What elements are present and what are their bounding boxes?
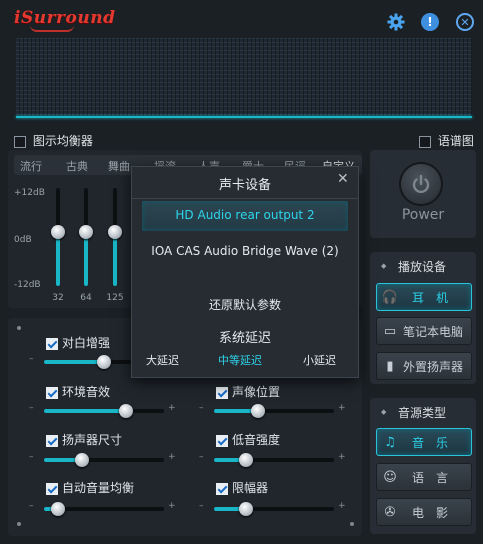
eq-band-freq-label: 125 [106, 293, 124, 303]
device-option[interactable]: HD Audio rear output 2 [132, 208, 358, 222]
increase-icon[interactable]: + [168, 501, 176, 511]
increase-icon[interactable]: + [168, 452, 176, 462]
reset-defaults-button[interactable]: 还原默认参数 [132, 296, 358, 313]
info-icon[interactable]: ! [421, 13, 439, 31]
effect-checkbox[interactable]: 自动音量均衡 [46, 479, 134, 496]
effect-label: 自动音量均衡 [62, 481, 135, 495]
corner-dot-icon [17, 522, 21, 526]
effect-checkbox[interactable]: 低音强度 [216, 431, 280, 448]
checkbox-box[interactable] [46, 434, 58, 447]
speech-icon: ☺ [383, 469, 397, 485]
soundcard-dialog: 声卡设备 ✕ HD Audio rear output 2 IOA CAS Au… [131, 166, 359, 378]
spectrum-display [16, 38, 472, 118]
gear-icon[interactable] [387, 13, 405, 31]
eq-band-knob[interactable] [108, 225, 122, 240]
playback-title: 播放设备 [398, 260, 447, 274]
power-label: Power [401, 207, 445, 223]
checkbox-box[interactable] [216, 434, 228, 447]
decrease-icon[interactable]: – [199, 403, 204, 413]
checkbox-box[interactable] [419, 135, 431, 148]
increase-icon[interactable]: + [338, 452, 346, 462]
checkbox-box[interactable] [46, 337, 58, 350]
effect-slider-knob[interactable] [118, 404, 133, 418]
panel-dot-icon: ◆ [381, 262, 387, 270]
show-eq-label: 图示均衡器 [32, 134, 93, 148]
latency-option-large[interactable]: 大延迟 [146, 352, 179, 368]
effect-checkbox[interactable]: 扬声器尺寸 [46, 431, 122, 448]
laptop-icon: ▭ [383, 323, 397, 339]
source-title: 音源类型 [398, 406, 447, 420]
checkbox-box[interactable] [216, 386, 228, 399]
effect-label: 声像位置 [232, 385, 281, 399]
eq-band-freq-label: 64 [80, 293, 92, 303]
checkbox-box[interactable] [216, 482, 228, 495]
effect-checkbox[interactable]: 声像位置 [216, 383, 280, 400]
latency-option-small[interactable]: 小延迟 [303, 352, 336, 368]
playback-speaker-button[interactable]: ▮ 外置扬声器 [376, 352, 472, 380]
effect-checkbox[interactable]: 限幅器 [216, 479, 268, 496]
preset-tab[interactable]: 古典 [66, 158, 88, 174]
latency-option-medium[interactable]: 中等延迟 [218, 352, 262, 368]
playback-headphones-button[interactable]: 🎧 耳 机 [376, 283, 472, 311]
dialog-title: 声卡设备 [218, 178, 271, 193]
db-label: -12dB [14, 280, 41, 290]
decrease-icon[interactable]: – [199, 501, 204, 511]
power-icon [412, 174, 430, 194]
eq-band-freq-label: 32 [52, 293, 64, 303]
increase-icon[interactable]: + [168, 403, 176, 413]
preset-tab[interactable]: 舞曲 [108, 158, 130, 174]
db-label: +12dB [14, 188, 45, 198]
effect-label: 对白增强 [62, 336, 111, 350]
source-movie-button[interactable]: ✇ 电 影 [376, 498, 472, 526]
music-note-icon: ♫ [384, 434, 396, 450]
spectrum-baseline [16, 116, 472, 118]
close-icon[interactable]: ✕ [456, 13, 474, 31]
playback-laptop-button[interactable]: ▭ 笔记本电脑 [376, 317, 472, 345]
latency-title: 系统延迟 [218, 331, 271, 346]
decrease-icon[interactable]: – [29, 501, 34, 511]
power-button[interactable] [401, 164, 441, 204]
effect-label: 限幅器 [232, 481, 269, 495]
effect-checkbox[interactable]: 环境音效 [46, 383, 110, 400]
spectrum-label: 语谱图 [437, 134, 474, 148]
headphones-icon: 🎧 [381, 289, 399, 305]
eq-band-fill [113, 232, 117, 286]
eq-band-fill [84, 232, 88, 286]
dialog-close-icon[interactable]: ✕ [337, 171, 349, 187]
corner-dot-icon [17, 326, 21, 330]
decrease-icon[interactable]: – [199, 452, 204, 462]
speaker-icon: ▮ [386, 358, 394, 374]
effect-label: 环境音效 [62, 385, 111, 399]
dialog-divider [132, 198, 358, 199]
decrease-icon[interactable]: – [29, 354, 34, 364]
checkbox-box[interactable] [14, 135, 26, 148]
checkbox-box[interactable] [46, 386, 58, 399]
logo-swoosh [30, 25, 74, 32]
increase-icon[interactable]: + [338, 501, 346, 511]
db-label: 0dB [14, 235, 32, 245]
effect-slider-knob[interactable] [97, 355, 111, 369]
eq-band-fill [56, 232, 60, 286]
device-option[interactable]: IOA CAS Audio Bridge Wave (2) [132, 244, 358, 258]
corner-dot-icon [350, 522, 354, 526]
effect-label: 低音强度 [232, 433, 281, 447]
effect-checkbox[interactable]: 对白增强 [46, 334, 110, 351]
decrease-icon[interactable]: – [29, 403, 34, 413]
preset-tab[interactable]: 流行 [20, 158, 42, 174]
panel-dot-icon: ◆ [381, 408, 387, 416]
effect-slider-fill [44, 409, 126, 413]
source-music-button[interactable]: ♫ 音 乐 [376, 428, 472, 456]
source-speech-button[interactable]: ☺ 语 言 [376, 463, 472, 491]
eq-band-knob[interactable] [79, 225, 93, 240]
increase-icon[interactable]: + [338, 403, 346, 413]
show-eq-checkbox[interactable]: 图示均衡器 [14, 132, 93, 149]
decrease-icon[interactable]: – [29, 452, 34, 462]
film-reel-icon: ✇ [384, 504, 396, 520]
effect-label: 扬声器尺寸 [62, 433, 123, 447]
eq-band-knob[interactable] [51, 225, 65, 240]
effect-slider-fill [44, 360, 104, 364]
spectrum-checkbox[interactable]: 语谱图 [419, 132, 474, 149]
checkbox-box[interactable] [46, 482, 58, 495]
